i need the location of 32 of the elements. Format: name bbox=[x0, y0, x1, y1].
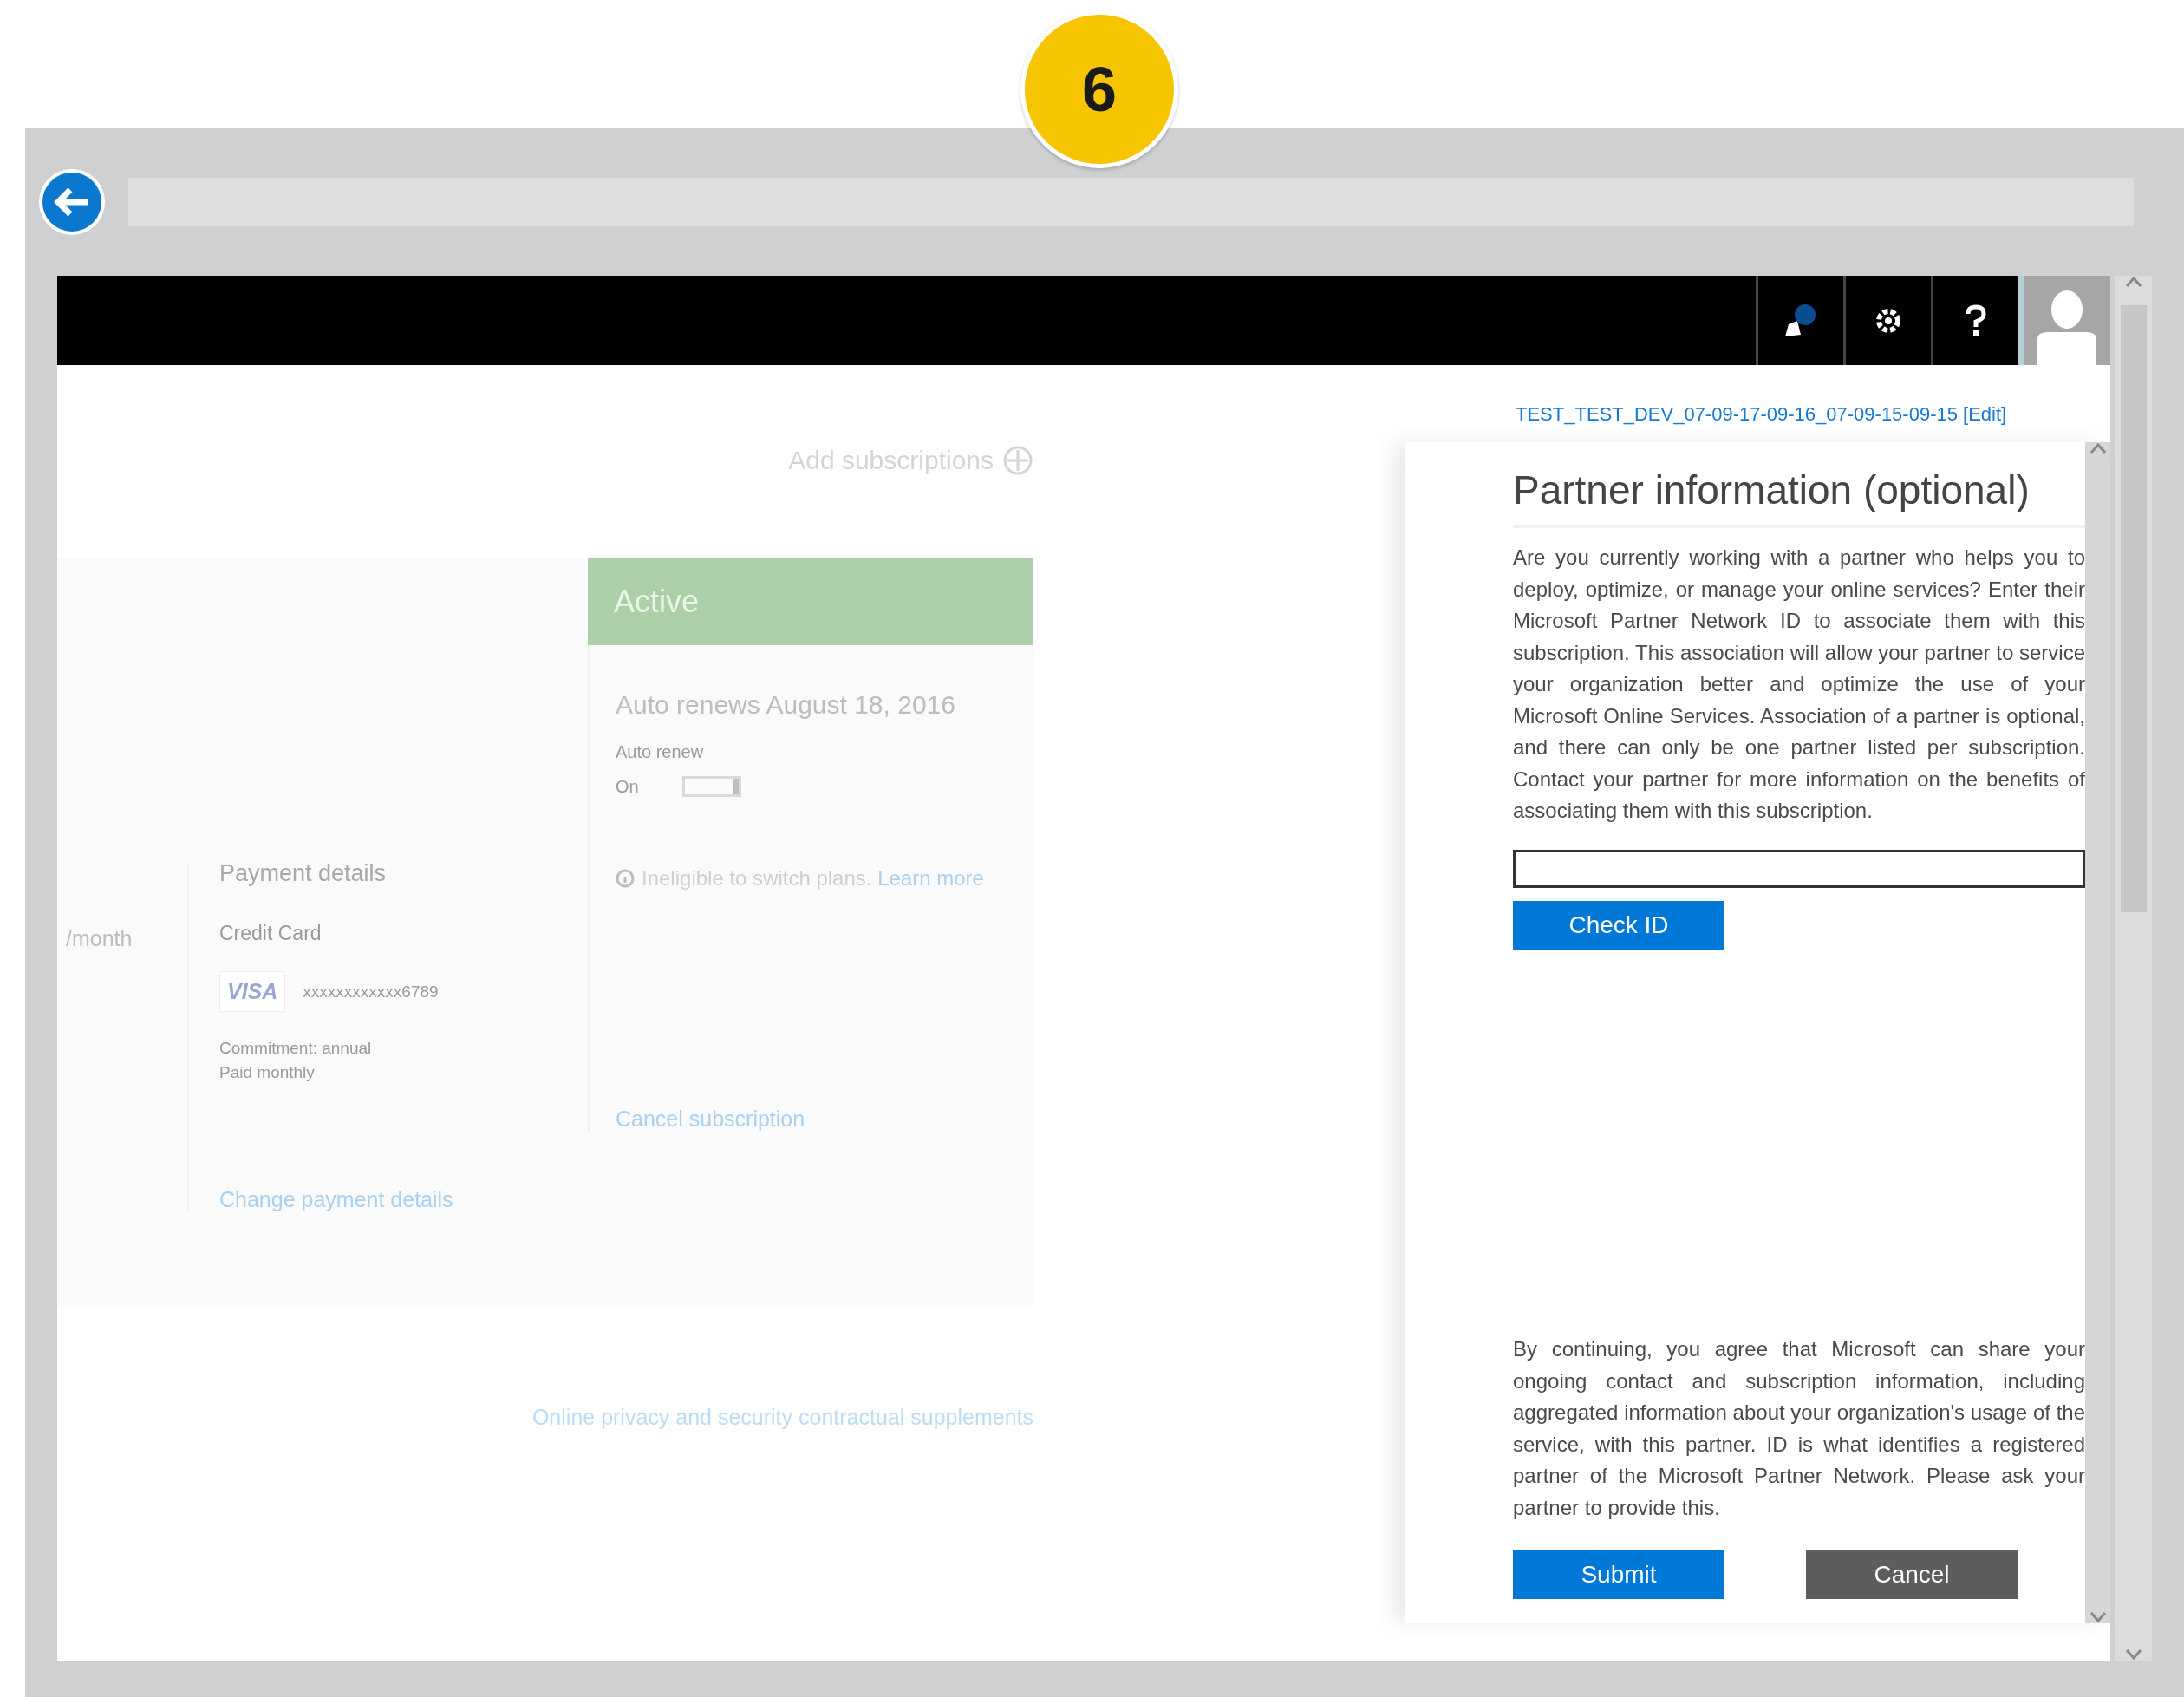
card-number: xxxxxxxxxxxx6789 bbox=[303, 981, 439, 1002]
consent-text: By continuing, you agree that Microsoft can share your ongoing contact and subscription information, including aggregated information about your organization's usage of the service, with this partner. ID is what identifies a registered partner of the Microsoft Partner Network. Please ask your partner to provide this. bbox=[1513, 1336, 2085, 1521]
scroll-down-icon[interactable] bbox=[2089, 1611, 2107, 1623]
auto-renew-value: On bbox=[616, 776, 639, 797]
auto-renew-label: Auto renew bbox=[616, 742, 705, 762]
info-icon bbox=[616, 869, 635, 888]
price-suffix: /month bbox=[65, 925, 134, 952]
privacy-link[interactable]: Online privacy and security contractual supplements bbox=[531, 1405, 1033, 1430]
cancel-subscription-link[interactable]: Cancel subscription bbox=[616, 1106, 1007, 1132]
check-id-button[interactable]: Check ID bbox=[1513, 900, 1724, 950]
partner-id-field[interactable] bbox=[1513, 849, 2085, 888]
submit-button[interactable]: Submit bbox=[1513, 1550, 1724, 1599]
intro-text: Are you currently working with a partner who helps you to deploy, optimize, or manage your online services? Enter their Microsoft Partner Network ID to associate them with this subscription. This association will allow your partner to service your organization better and optimize the use of your Microsoft Online Services. Association of a partner is optional, and there can only be one partner listed per subscription. Contact your partner for more information on the benefits of associating them with this subscription. bbox=[1513, 545, 2085, 824]
payment-details-heading: Payment details bbox=[219, 860, 388, 887]
page-scrollbar[interactable] bbox=[2115, 276, 2152, 1661]
cancel-button[interactable]: Cancel bbox=[1806, 1550, 2018, 1599]
scroll-up-icon[interactable] bbox=[2124, 276, 2142, 288]
card-logo: VISA bbox=[219, 971, 286, 1012]
add-icon bbox=[1002, 445, 1033, 476]
change-payment-link[interactable]: Change payment details bbox=[219, 1187, 588, 1212]
learn-more-link[interactable]: Learn more bbox=[877, 866, 984, 890]
status-banner: Active bbox=[588, 558, 1033, 645]
panel-title: Partner information (optional) bbox=[1513, 467, 2085, 528]
account-link[interactable]: TEST_TEST_DEV_07-09-17-09-16_07-09-15-09-15 [Edit] bbox=[1516, 403, 2110, 442]
payment-note: Commitment: annual bbox=[219, 1038, 373, 1059]
scroll-down-icon[interactable] bbox=[2124, 1648, 2142, 1661]
payment-note: Paid monthly bbox=[219, 1062, 316, 1083]
scroll-up-icon[interactable] bbox=[2089, 442, 2107, 454]
renewal-date: Auto renews August 18, 2016 bbox=[616, 690, 956, 720]
auto-renew-toggle[interactable] bbox=[681, 776, 741, 797]
payment-method: Credit Card bbox=[219, 922, 323, 945]
panel-scrollbar[interactable] bbox=[2085, 442, 2110, 1623]
